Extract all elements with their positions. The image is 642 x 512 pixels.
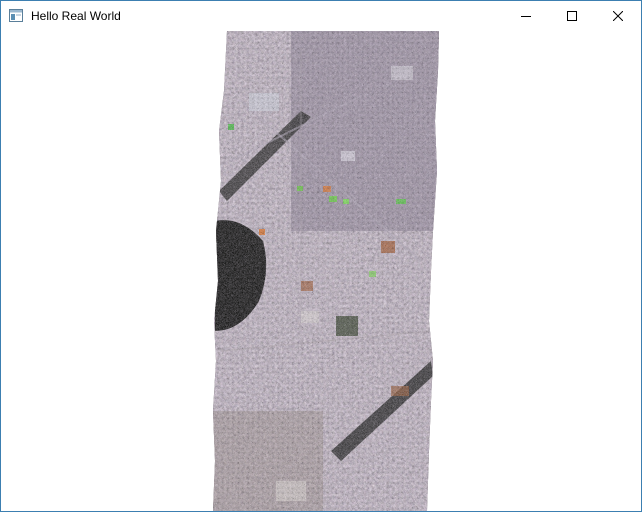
close-button[interactable] [595,1,641,31]
minimize-button[interactable] [503,1,549,31]
window-app-icon[interactable] [9,9,23,22]
maximize-icon [567,11,577,21]
app-window: Hello Real World [0,0,642,512]
window-title: Hello Real World [31,9,121,23]
satellite-image-strip [213,31,439,511]
minimize-icon [521,11,531,21]
client-area [1,31,641,511]
title-bar[interactable]: Hello Real World [1,1,641,31]
close-icon [613,11,623,21]
maximize-button[interactable] [549,1,595,31]
